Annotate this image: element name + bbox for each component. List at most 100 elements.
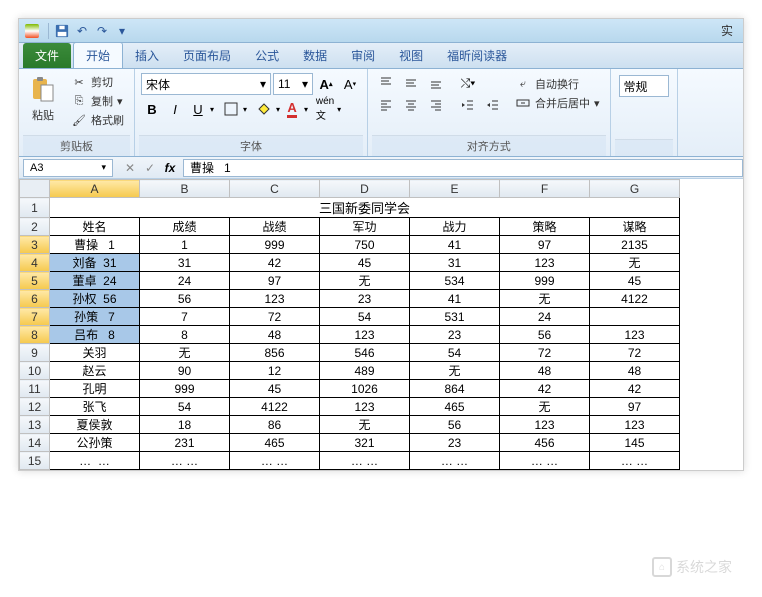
data-cell[interactable]: 孔明 [50, 380, 140, 398]
data-cell[interactable]: 孙权 56 [50, 290, 140, 308]
grow-font-button[interactable]: A▴ [315, 73, 337, 95]
data-cell[interactable]: 42 [590, 380, 680, 398]
data-cell[interactable]: 123 [500, 254, 590, 272]
cancel-formula-icon[interactable]: ✕ [121, 159, 139, 177]
data-cell[interactable]: 1 [140, 236, 230, 254]
data-cell[interactable]: 48 [590, 362, 680, 380]
number-format-select[interactable]: 常规 [619, 75, 669, 97]
data-cell[interactable]: 123 [320, 326, 410, 344]
data-cell[interactable]: 90 [140, 362, 230, 380]
data-cell[interactable]: 123 [230, 290, 320, 308]
column-header[interactable]: E [410, 180, 500, 198]
data-cell[interactable]: … … [230, 452, 320, 470]
data-cell[interactable]: 关羽 [50, 344, 140, 362]
data-cell[interactable]: 97 [500, 236, 590, 254]
data-cell[interactable]: 864 [410, 380, 500, 398]
row-header[interactable]: 2 [20, 218, 50, 236]
row-header[interactable]: 8 [20, 326, 50, 344]
data-cell[interactable]: 54 [410, 344, 500, 362]
data-cell[interactable]: 123 [590, 416, 680, 434]
data-cell[interactable]: 72 [590, 344, 680, 362]
undo-icon[interactable]: ↶ [74, 23, 90, 39]
data-cell[interactable]: 45 [320, 254, 410, 272]
align-top-button[interactable] [374, 73, 398, 93]
row-header[interactable]: 1 [20, 198, 50, 218]
data-cell[interactable]: 97 [590, 398, 680, 416]
enter-formula-icon[interactable]: ✓ [141, 159, 159, 177]
fill-color-button[interactable] [253, 98, 275, 120]
data-cell[interactable]: 24 [140, 272, 230, 290]
align-right-button[interactable] [424, 95, 448, 115]
data-cell[interactable]: 刘备 31 [50, 254, 140, 272]
data-cell[interactable]: 456 [500, 434, 590, 452]
data-cell[interactable]: 23 [410, 434, 500, 452]
data-cell[interactable]: 54 [140, 398, 230, 416]
data-cell[interactable]: 97 [230, 272, 320, 290]
data-cell[interactable]: 无 [320, 272, 410, 290]
wrap-text-button[interactable]: ⤶自动换行 [511, 75, 604, 93]
align-bottom-button[interactable] [424, 73, 448, 93]
chevron-down-icon[interactable]: ▾ [276, 105, 280, 114]
data-cell[interactable]: 123 [590, 326, 680, 344]
data-cell[interactable]: 999 [140, 380, 230, 398]
column-header[interactable]: B [140, 180, 230, 198]
data-cell[interactable]: 董卓 24 [50, 272, 140, 290]
data-cell[interactable]: 7 [140, 308, 230, 326]
underline-button[interactable]: U [187, 98, 209, 120]
data-cell[interactable]: 8 [140, 326, 230, 344]
data-cell[interactable]: 无 [500, 398, 590, 416]
data-cell[interactable]: 无 [410, 362, 500, 380]
data-cell[interactable]: 赵云 [50, 362, 140, 380]
row-header[interactable]: 5 [20, 272, 50, 290]
chevron-down-icon[interactable]: ▾ [304, 105, 308, 114]
bold-button[interactable]: B [141, 98, 163, 120]
column-header[interactable]: C [230, 180, 320, 198]
header-cell[interactable]: 战绩 [230, 218, 320, 236]
data-cell[interactable]: … … [50, 452, 140, 470]
data-cell[interactable]: 465 [230, 434, 320, 452]
decrease-indent-button[interactable] [456, 95, 480, 115]
data-cell[interactable]: 86 [230, 416, 320, 434]
data-cell[interactable]: 54 [320, 308, 410, 326]
align-middle-button[interactable] [399, 73, 423, 93]
data-cell[interactable]: 546 [320, 344, 410, 362]
row-header[interactable]: 10 [20, 362, 50, 380]
name-box[interactable]: A3▾ [23, 159, 113, 177]
row-header[interactable]: 3 [20, 236, 50, 254]
data-cell[interactable]: 2135 [590, 236, 680, 254]
data-cell[interactable]: 31 [410, 254, 500, 272]
orientation-button[interactable]: ⤭▾ [456, 73, 480, 93]
row-header[interactable]: 12 [20, 398, 50, 416]
data-cell[interactable]: … … [140, 452, 230, 470]
data-cell[interactable]: 24 [500, 308, 590, 326]
data-cell[interactable]: 夏侯敦 [50, 416, 140, 434]
chevron-down-icon[interactable]: ▾ [337, 105, 341, 114]
tab-data[interactable]: 数据 [291, 43, 339, 68]
tab-pagelayout[interactable]: 页面布局 [171, 43, 243, 68]
data-cell[interactable]: … … [410, 452, 500, 470]
shrink-font-button[interactable]: A▾ [339, 73, 361, 95]
row-header[interactable]: 6 [20, 290, 50, 308]
data-cell[interactable]: 56 [410, 416, 500, 434]
data-cell[interactable]: 42 [230, 254, 320, 272]
data-cell[interactable]: 72 [500, 344, 590, 362]
data-cell[interactable]: 465 [410, 398, 500, 416]
data-cell[interactable]: 856 [230, 344, 320, 362]
data-cell[interactable]: 23 [320, 290, 410, 308]
data-cell[interactable]: 31 [140, 254, 230, 272]
data-cell[interactable]: 48 [230, 326, 320, 344]
column-header[interactable]: F [500, 180, 590, 198]
row-header[interactable]: 14 [20, 434, 50, 452]
data-cell[interactable]: 41 [410, 290, 500, 308]
data-cell[interactable]: 23 [410, 326, 500, 344]
row-header[interactable]: 15 [20, 452, 50, 470]
data-cell[interactable]: 1026 [320, 380, 410, 398]
data-cell[interactable]: 45 [230, 380, 320, 398]
data-cell[interactable]: 72 [230, 308, 320, 326]
data-cell[interactable]: … … [590, 452, 680, 470]
data-cell[interactable]: 42 [500, 380, 590, 398]
column-header[interactable]: D [320, 180, 410, 198]
tab-view[interactable]: 视图 [387, 43, 435, 68]
font-size-select[interactable]: 11▾ [273, 73, 313, 95]
data-cell[interactable]: 无 [320, 416, 410, 434]
